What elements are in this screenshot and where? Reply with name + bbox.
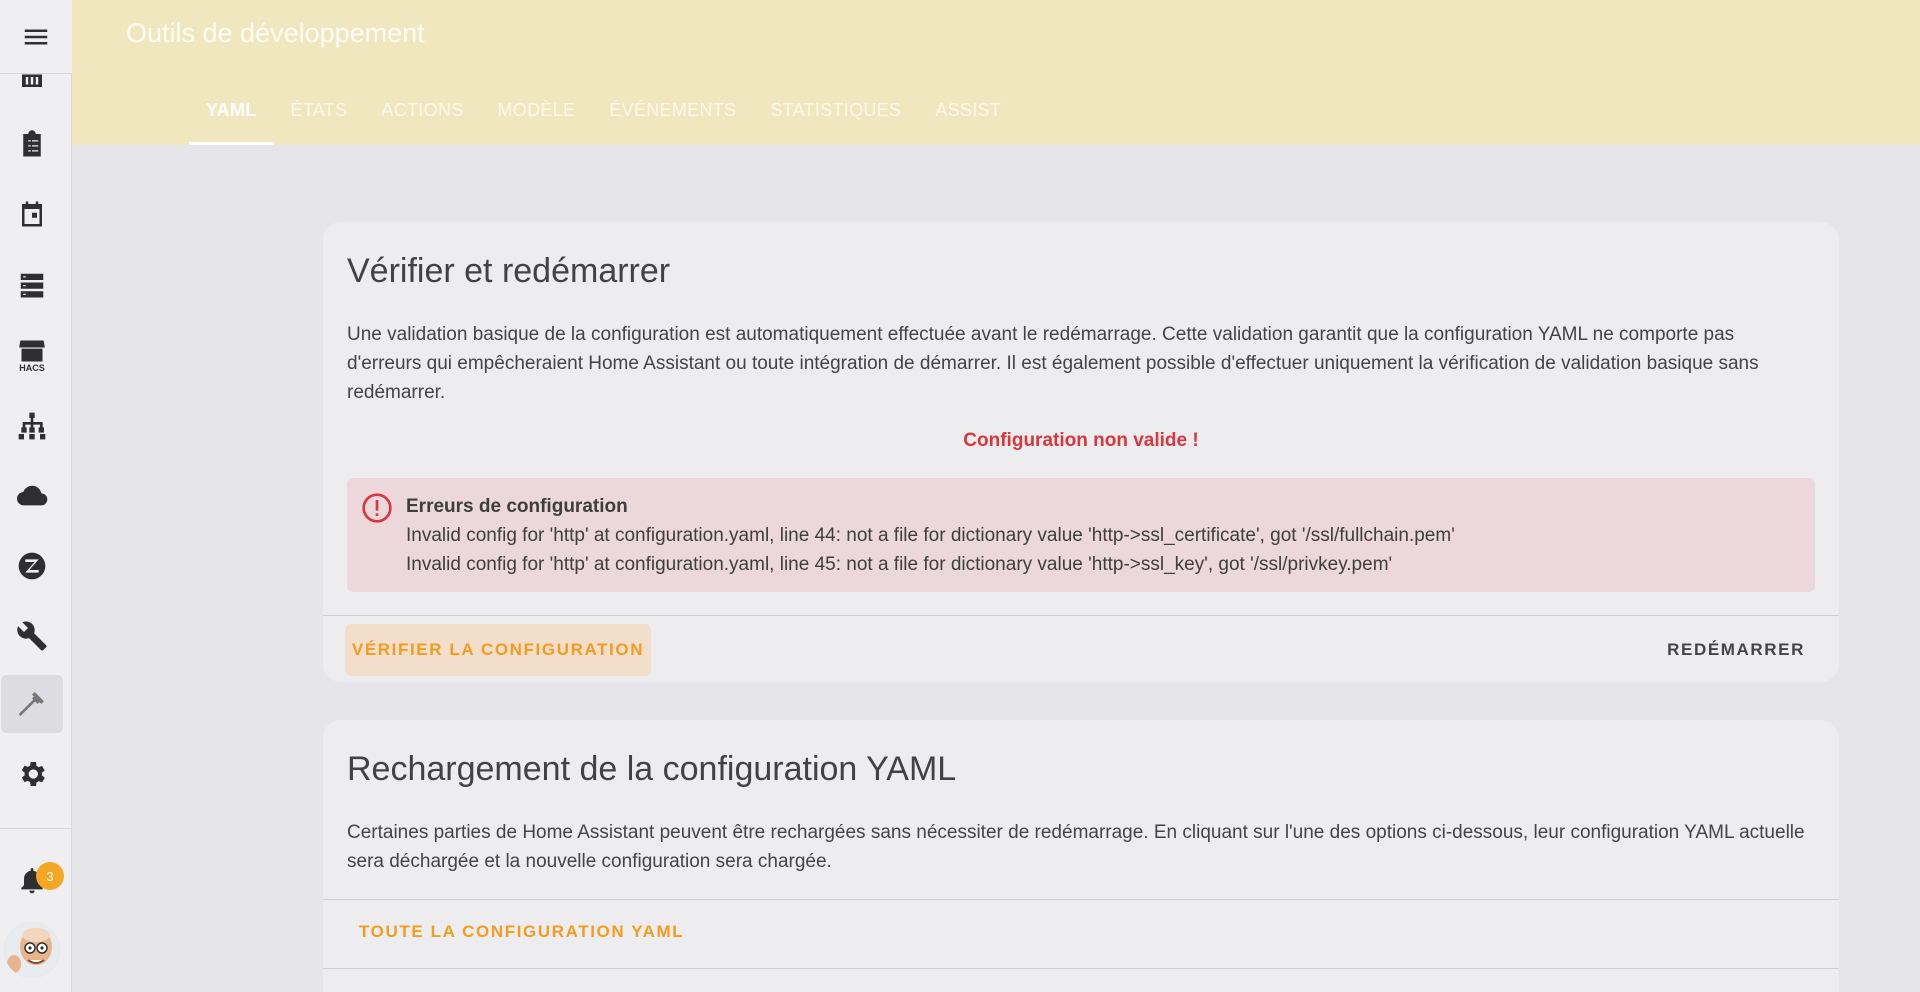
config-status: Configuration non valide ! bbox=[963, 430, 1199, 451]
check-card-title: Vérifier et redémarrer bbox=[347, 252, 671, 290]
check-restart-card: Vérifier et redémarrer Une validation ba… bbox=[323, 222, 1839, 682]
check-config-button[interactable]: VÉRIFIER LA CONFIGURATION bbox=[345, 624, 651, 676]
tab-statistics[interactable]: STATISTIQUES bbox=[753, 86, 918, 145]
tab-yaml[interactable]: YAML bbox=[189, 86, 274, 145]
restart-button[interactable]: REDÉMARRER bbox=[1667, 624, 1805, 676]
reload-card-description: Certaines parties de Home Assistant peuv… bbox=[347, 822, 1805, 872]
zwave-icon[interactable] bbox=[0, 537, 64, 595]
alert-title: Erreurs de configuration bbox=[406, 496, 628, 517]
todo-list-icon[interactable] bbox=[0, 115, 64, 173]
wrench-icon[interactable] bbox=[0, 607, 64, 665]
reload-all-yaml-button[interactable]: TOUTE LA CONFIGURATION YAML bbox=[359, 906, 684, 958]
card-divider bbox=[323, 899, 1839, 900]
tab-events[interactable]: ÉVÉNEMENTS bbox=[592, 86, 753, 145]
tab-assist[interactable]: ASSIST bbox=[918, 86, 1018, 145]
hamburger-icon bbox=[24, 29, 48, 44]
cloud-icon[interactable] bbox=[0, 467, 64, 525]
sidebar: HACS 3 bbox=[0, 0, 72, 992]
avatar[interactable] bbox=[4, 922, 60, 978]
app-header: Outils de développement YAML ÉTATS ACTIO… bbox=[72, 0, 1920, 145]
gear-icon[interactable] bbox=[0, 745, 64, 803]
alert-circle-icon bbox=[361, 492, 393, 529]
alert-line: Invalid config for 'http' at configurati… bbox=[406, 525, 1455, 546]
check-card-description: Une validation basique de la configurati… bbox=[347, 324, 1759, 403]
menu-button[interactable] bbox=[0, 0, 72, 74]
notification-badge: 3 bbox=[36, 862, 64, 890]
page-title: Outils de développement bbox=[126, 18, 425, 48]
config-error-alert: Erreurs de configuration Invalid config … bbox=[347, 478, 1815, 592]
reload-card-title: Rechargement de la configuration YAML bbox=[347, 750, 957, 788]
sidebar-divider bbox=[0, 828, 72, 829]
tab-template[interactable]: MODÈLE bbox=[481, 86, 593, 145]
hacs-label: HACS bbox=[19, 363, 45, 373]
hacs-store-icon[interactable]: HACS bbox=[0, 327, 64, 385]
tab-actions[interactable]: ACTIONS bbox=[364, 86, 480, 145]
alert-line: Invalid config for 'http' at configurati… bbox=[406, 554, 1393, 575]
calendar-icon[interactable] bbox=[0, 185, 64, 243]
tab-bar: YAML ÉTATS ACTIONS MODÈLE ÉVÉNEMENTS STA… bbox=[189, 86, 1018, 145]
network-icon[interactable] bbox=[0, 397, 64, 455]
tab-states[interactable]: ÉTATS bbox=[274, 86, 365, 145]
hammer-icon[interactable] bbox=[1, 675, 63, 733]
card-divider bbox=[323, 968, 1839, 969]
server-icon[interactable] bbox=[0, 256, 64, 314]
card-divider bbox=[323, 615, 1839, 616]
reload-yaml-card: Rechargement de la configuration YAML Ce… bbox=[323, 720, 1839, 992]
